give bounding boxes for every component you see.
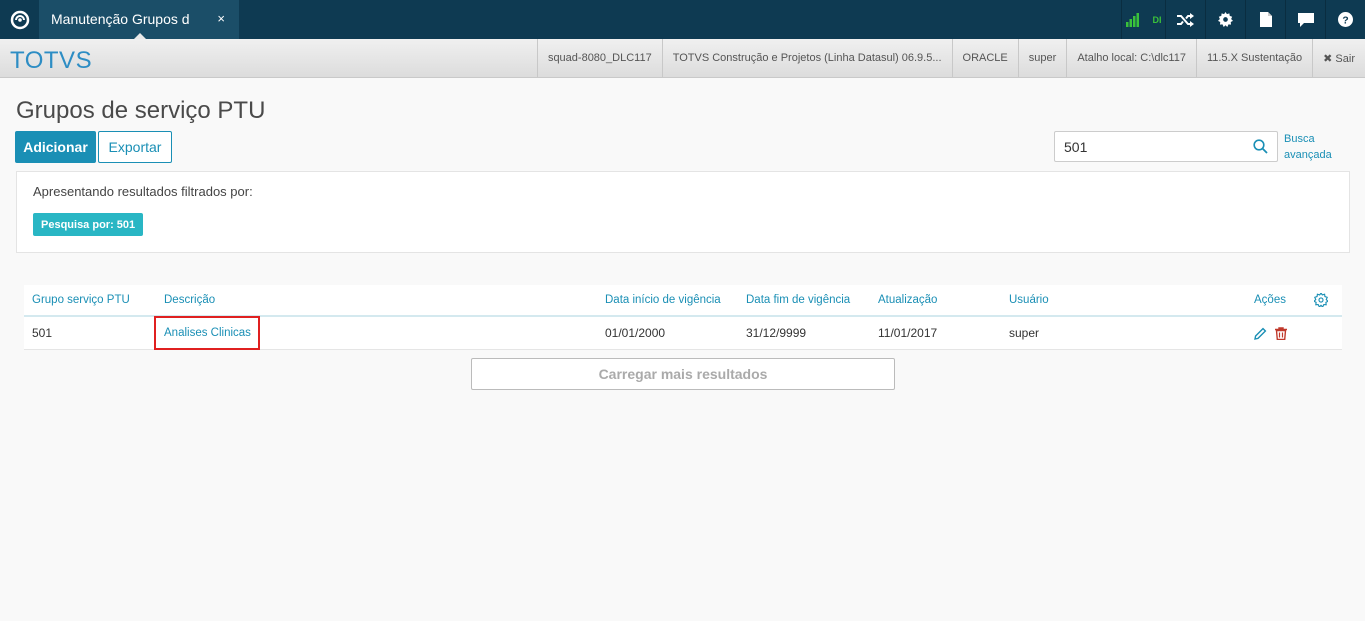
column-header-inicio[interactable]: Data início de vigência	[605, 285, 721, 315]
column-header-grupo[interactable]: Grupo serviço PTU	[32, 285, 130, 315]
signal-icon[interactable]: DI	[1121, 0, 1165, 39]
add-button[interactable]: Adicionar	[15, 131, 96, 163]
cell-usuario: super	[1009, 326, 1040, 340]
page-title: Grupos de serviço PTU	[16, 97, 266, 124]
signal-label: DI	[1152, 14, 1162, 25]
info-user[interactable]: super	[1017, 39, 1067, 77]
svg-text:?: ?	[1342, 15, 1348, 26]
close-icon[interactable]: ×	[217, 11, 225, 26]
shuffle-icon[interactable]	[1165, 0, 1205, 39]
logout-button[interactable]: ✖ Sair	[1312, 39, 1365, 77]
top-toolbar: DI ?	[1121, 0, 1365, 39]
row-actions	[1254, 317, 1287, 349]
settings-icon[interactable]	[1314, 285, 1328, 315]
filter-label: Apresentando resultados filtrados por:	[33, 184, 253, 199]
filter-panel: Apresentando resultados filtrados por: P…	[16, 171, 1350, 253]
search-input[interactable]: 501	[1054, 131, 1278, 162]
cell-fim: 31/12/9999	[746, 326, 807, 340]
tab-manutencao-grupos[interactable]: Manutenção Grupos d ×	[39, 0, 239, 40]
column-header-atualizacao[interactable]: Atualização	[878, 285, 937, 315]
column-header-usuario[interactable]: Usuário	[1009, 285, 1049, 315]
table-row: 501 Analises Clinicas 01/01/2000 31/12/9…	[24, 316, 1342, 350]
column-header-descricao[interactable]: Descrição	[164, 285, 215, 315]
results-table: Grupo serviço PTU Descrição Data início …	[24, 285, 1342, 350]
context-info: squad-8080_DLC117 TOTVS Construção e Pro…	[536, 39, 1365, 77]
info-company[interactable]: TOTVS Construção e Projetos (Linha Datas…	[661, 39, 952, 77]
info-database[interactable]: ORACLE	[951, 39, 1018, 77]
file-icon[interactable]	[1245, 0, 1285, 39]
cell-grupo: 501	[32, 326, 53, 340]
logo-icon[interactable]	[0, 0, 39, 39]
cell-atualizacao: 11/01/2017	[878, 326, 938, 340]
export-button[interactable]: Exportar	[98, 131, 172, 163]
info-version[interactable]: 11.5.X Sustentação	[1195, 39, 1312, 77]
info-local-shortcut[interactable]: Atalho local: C:\dlc117	[1066, 39, 1196, 77]
load-more-button[interactable]: Carregar mais resultados	[471, 358, 895, 390]
info-server[interactable]: squad-8080_DLC117	[536, 39, 662, 77]
column-header-fim[interactable]: Data fim de vigência	[746, 285, 850, 315]
help-icon[interactable]: ?	[1325, 0, 1365, 39]
advanced-search-label-1: Busca	[1284, 133, 1315, 145]
highlight-box	[154, 316, 260, 350]
cell-inicio: 01/01/2000	[605, 326, 666, 340]
table-header: Grupo serviço PTU Descrição Data início …	[24, 285, 1342, 317]
search-icon[interactable]	[1253, 139, 1268, 159]
tab-label: Manutenção Grupos d	[51, 11, 190, 27]
delete-icon[interactable]	[1275, 326, 1287, 340]
search-value: 501	[1064, 139, 1088, 155]
edit-icon[interactable]	[1254, 327, 1267, 340]
top-bar: Manutenção Grupos d × DI ?	[0, 0, 1365, 40]
advanced-search-link[interactable]: Busca avançada	[1284, 131, 1332, 163]
chat-icon[interactable]	[1285, 0, 1325, 39]
column-header-acoes: Ações	[1254, 294, 1286, 306]
filter-badge[interactable]: Pesquisa por: 501	[33, 213, 144, 236]
advanced-search-label-2: avançada	[1284, 149, 1332, 161]
context-bar: TOTVS squad-8080_DLC117 TOTVS Construção…	[0, 39, 1365, 78]
gear-icon[interactable]	[1205, 0, 1245, 39]
brand-logo: TOTVS	[10, 47, 93, 74]
